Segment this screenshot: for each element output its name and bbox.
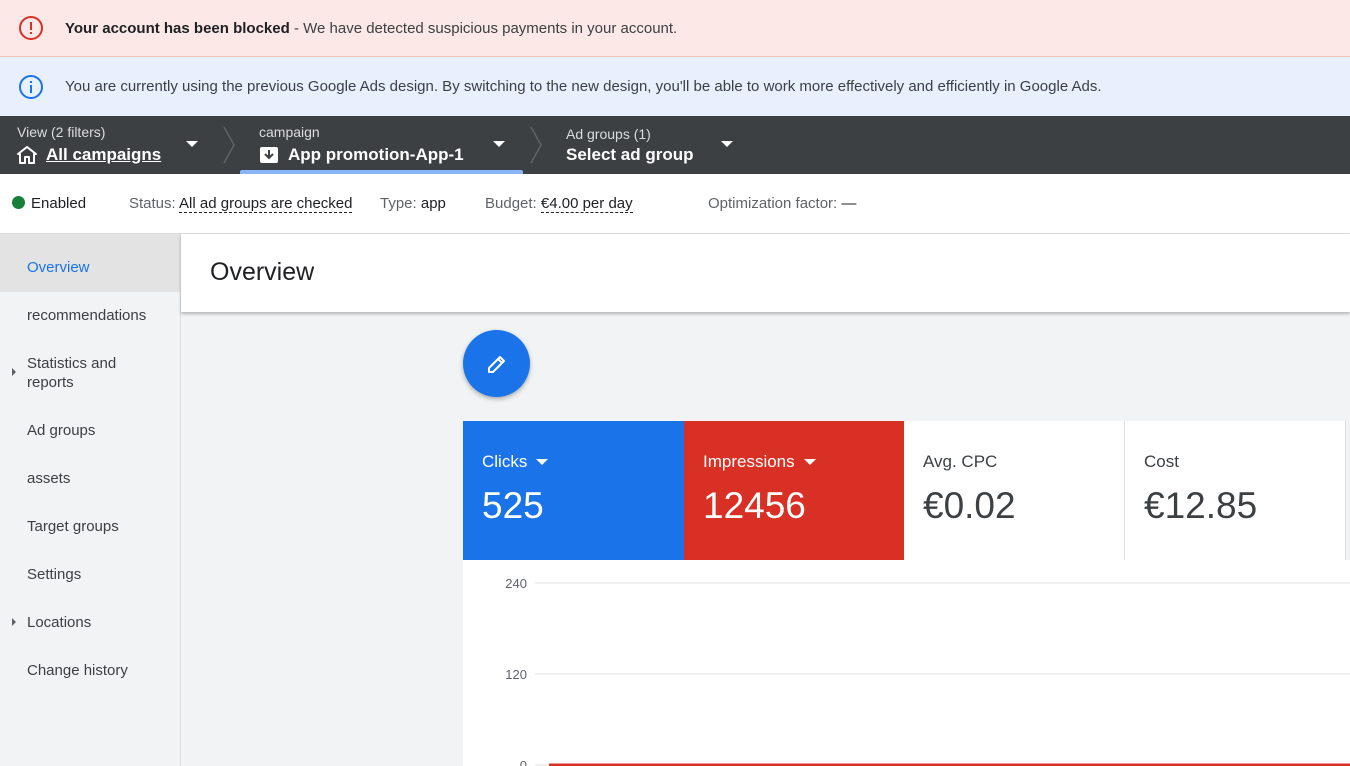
sidebar-item-target-groups[interactable]: Target groups	[0, 517, 180, 536]
edit-button[interactable]	[463, 330, 530, 397]
sidebar-item-assets[interactable]: assets	[0, 469, 180, 488]
campaign-name: App promotion-App-1	[288, 145, 464, 164]
error-icon	[19, 16, 43, 40]
scorecard-impressions[interactable]: Impressions 12456	[684, 421, 904, 560]
performance-chart: 240 120 0	[463, 560, 1350, 766]
status-field: Status: All ad groups are checked	[129, 195, 353, 213]
optimization-field: Optimization factor: —	[708, 195, 856, 212]
sidebar-item-overview[interactable]: Overview	[0, 234, 180, 292]
scorecard-row: Clicks 525 Impressions 12456 Avg. CPC €0…	[463, 421, 1350, 560]
breadcrumb-ad-groups-caption: Ad groups (1)	[566, 126, 651, 142]
budget-label: Budget:	[485, 195, 537, 212]
state-label: Enabled	[31, 195, 87, 212]
scorecard-label: Clicks	[482, 452, 549, 472]
sidebar-item-change-history[interactable]: Change history	[0, 661, 180, 680]
sidebar-item-locations[interactable]: Locations	[0, 613, 180, 632]
cost-value: €12.85	[1144, 485, 1258, 526]
scorecard-label: Impressions	[703, 452, 816, 472]
impressions-label: Impressions	[703, 452, 795, 471]
sidebar-nav: Overview recommendations Statistics and …	[0, 234, 181, 766]
sidebar-item-label: Locations	[27, 614, 92, 631]
alert-bold-text: Your account has been blocked	[65, 19, 290, 37]
clicks-label: Clicks	[482, 452, 528, 471]
clicks-value: 525	[482, 485, 544, 526]
breadcrumb-view[interactable]: View (2 filters) All campaigns	[17, 116, 217, 174]
design-info-alert: You are currently using the previous Goo…	[0, 57, 1350, 116]
avg-cpc-value: €0.02	[923, 485, 1016, 526]
budget-value[interactable]: €4.00 per day	[540, 195, 633, 213]
select-ad-group-label: Select ad group	[566, 145, 694, 164]
status-label: Status:	[129, 195, 176, 212]
enabled-status-dot-icon	[12, 196, 25, 209]
avg-cpc-label: Avg. CPC	[923, 452, 998, 471]
expand-arrow-icon	[12, 618, 16, 626]
sidebar-item-label: Target groups	[27, 518, 119, 535]
cost-label: Cost	[1144, 452, 1179, 471]
page-title: Overview	[210, 258, 315, 286]
breadcrumb-bar: View (2 filters) All campaigns campaign …	[0, 116, 1350, 174]
sidebar-item-label: recommendations	[27, 307, 147, 324]
campaign-status-bar: Enabled Status: All ad groups are checke…	[0, 174, 1350, 234]
sidebar-item-settings[interactable]: Settings	[0, 565, 180, 584]
breadcrumb-view-value: All campaigns	[17, 145, 161, 165]
info-text: You are currently using the previous Goo…	[65, 78, 1102, 95]
page-header: Overview	[181, 234, 1350, 312]
y-tick-label: 0	[520, 758, 527, 766]
home-icon	[17, 146, 37, 164]
breadcrumb-campaign-value: App promotion-App-1	[259, 145, 464, 165]
sidebar-item-recommendations[interactable]: recommendations	[0, 306, 180, 325]
sidebar-item-label: Statistics and reports	[27, 355, 117, 391]
type-value: app	[420, 195, 446, 212]
impressions-value: 12456	[703, 485, 806, 526]
sidebar-item-label: assets	[27, 470, 71, 487]
breadcrumb-campaign-caption: campaign	[259, 124, 320, 140]
sidebar-item-label: Overview	[27, 259, 90, 276]
optimization-label: Optimization factor:	[708, 195, 838, 212]
account-blocked-alert: Your account has been blocked - We have …	[0, 0, 1350, 57]
y-tick-label: 240	[505, 576, 527, 591]
dropdown-arrow-icon[interactable]	[536, 459, 549, 465]
all-campaigns-link[interactable]: All campaigns	[46, 145, 161, 165]
alert-text: Your account has been blocked - We have …	[65, 20, 677, 37]
sidebar-item-statistics[interactable]: Statistics and reports	[0, 354, 180, 392]
scorecard-avg-cpc[interactable]: Avg. CPC €0.02	[904, 421, 1125, 560]
chevron-down-icon[interactable]	[186, 141, 198, 147]
scorecard-cost[interactable]: Cost €12.85	[1125, 421, 1346, 560]
info-icon	[19, 74, 43, 99]
expand-arrow-icon	[12, 368, 16, 376]
type-field: Type: app	[380, 195, 446, 212]
dropdown-arrow-icon[interactable]	[803, 459, 816, 465]
breadcrumb-view-caption: View (2 filters)	[17, 124, 106, 140]
alert-rest-text: - We have detected suspicious payments i…	[289, 19, 678, 37]
breadcrumb-ad-groups[interactable]: Ad groups (1) Select ad group	[566, 116, 746, 174]
app-download-icon	[260, 147, 278, 163]
optimization-value: —	[841, 195, 857, 212]
campaign-state[interactable]: Enabled	[12, 195, 86, 212]
main-content: Overview Clicks 525 Impressions 12456 Av…	[181, 234, 1350, 766]
chevron-down-icon[interactable]	[721, 141, 733, 147]
pencil-icon	[487, 355, 505, 373]
type-label: Type:	[380, 195, 417, 212]
sidebar-item-label: Change history	[27, 662, 128, 679]
budget-field: Budget: €4.00 per day	[485, 195, 633, 213]
chart-svg: 240 120 0	[505, 576, 1350, 766]
sidebar-item-label: Settings	[27, 566, 82, 583]
status-value[interactable]: All ad groups are checked	[179, 195, 353, 213]
breadcrumb-separator-icon	[223, 126, 235, 164]
breadcrumb-separator-icon	[530, 126, 542, 164]
sidebar-item-label: Ad groups	[27, 422, 96, 439]
breadcrumb-campaign[interactable]: campaign App promotion-App-1	[259, 116, 521, 174]
chevron-down-icon[interactable]	[493, 141, 505, 147]
y-tick-label: 120	[505, 667, 527, 682]
scorecard-clicks[interactable]: Clicks 525	[463, 421, 684, 560]
sidebar-item-ad-groups[interactable]: Ad groups	[0, 421, 180, 440]
